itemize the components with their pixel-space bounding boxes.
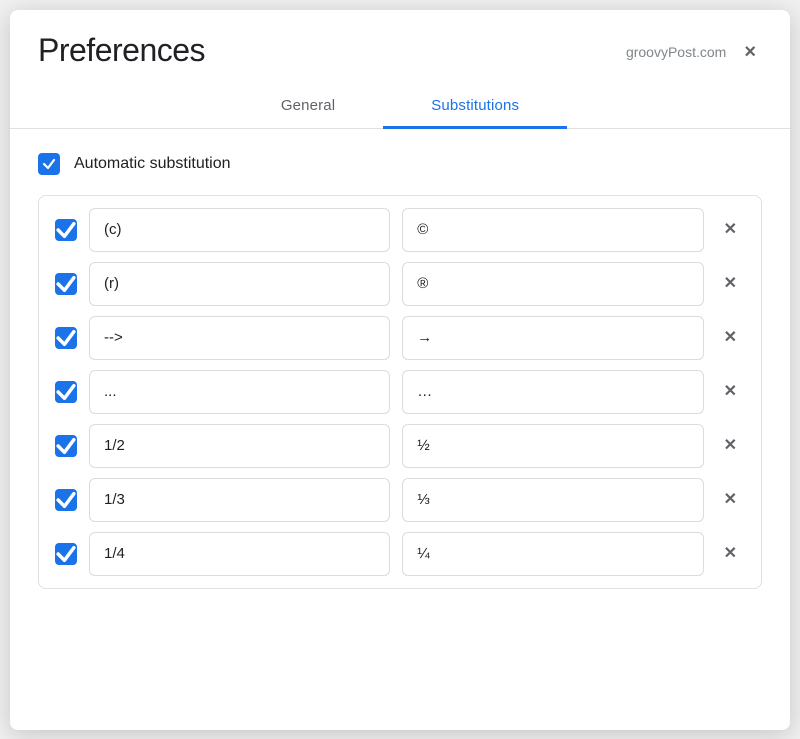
checkmark-icon [55,273,77,295]
substitution-row: ✕ [55,424,745,468]
sub-from-input-7[interactable] [89,532,390,576]
checkmark-icon [42,157,56,171]
checkmark-icon [55,489,77,511]
auto-substitution-row: Automatic substitution [38,153,762,175]
sub-checkbox-1[interactable] [55,219,77,241]
dialog-header: Preferences groovyPost.com × [10,10,790,69]
sub-checkbox-7[interactable] [55,543,77,565]
sub-delete-3[interactable]: ✕ [716,326,745,350]
checkmark-icon [55,219,77,241]
auto-substitution-label: Automatic substitution [74,155,231,173]
sub-from-input-2[interactable] [89,262,390,306]
tab-general[interactable]: General [233,85,383,129]
tab-substitutions[interactable]: Substitutions [383,85,567,129]
sub-to-input-5[interactable] [402,424,703,468]
sub-from-input-3[interactable] [89,316,390,360]
substitution-row: ✕ [55,262,745,306]
tabs-container: General Substitutions [10,85,790,129]
sub-to-input-1[interactable] [402,208,703,252]
substitutions-table: ✕ ✕ [38,195,762,589]
sub-from-input-1[interactable] [89,208,390,252]
substitution-row: ✕ [55,370,745,414]
substitutions-scroll[interactable]: ✕ ✕ [39,196,761,588]
checkmark-icon [55,381,77,403]
sub-delete-2[interactable]: ✕ [716,272,745,296]
checkmark-icon [55,435,77,457]
sub-from-input-5[interactable] [89,424,390,468]
sub-delete-6[interactable]: ✕ [716,488,745,512]
substitution-row: ✕ [55,532,745,576]
sub-checkbox-2[interactable] [55,273,77,295]
sub-checkbox-4[interactable] [55,381,77,403]
sub-delete-5[interactable]: ✕ [716,434,745,458]
substitution-row: ✕ [55,208,745,252]
tab-content: Automatic substitution ✕ [10,129,790,613]
checkmark-icon [55,543,77,565]
sub-to-input-7[interactable] [402,532,703,576]
sub-checkbox-5[interactable] [55,435,77,457]
close-button[interactable]: × [738,40,762,64]
sub-to-input-6[interactable] [402,478,703,522]
header-right: groovyPost.com × [626,40,762,64]
site-label: groovyPost.com [626,44,726,60]
checkmark-icon [55,327,77,349]
sub-from-input-6[interactable] [89,478,390,522]
sub-to-input-4[interactable] [402,370,703,414]
auto-substitution-checkbox[interactable] [38,153,60,175]
sub-delete-7[interactable]: ✕ [716,542,745,566]
sub-from-input-4[interactable] [89,370,390,414]
sub-to-input-2[interactable] [402,262,703,306]
sub-delete-1[interactable]: ✕ [716,218,745,242]
preferences-dialog: Preferences groovyPost.com × General Sub… [10,10,790,730]
sub-delete-4[interactable]: ✕ [716,380,745,404]
dialog-title: Preferences [38,32,205,69]
substitution-row: ✕ [55,316,745,360]
sub-checkbox-3[interactable] [55,327,77,349]
substitution-row: ✕ [55,478,745,522]
sub-to-input-3[interactable] [402,316,703,360]
sub-checkbox-6[interactable] [55,489,77,511]
